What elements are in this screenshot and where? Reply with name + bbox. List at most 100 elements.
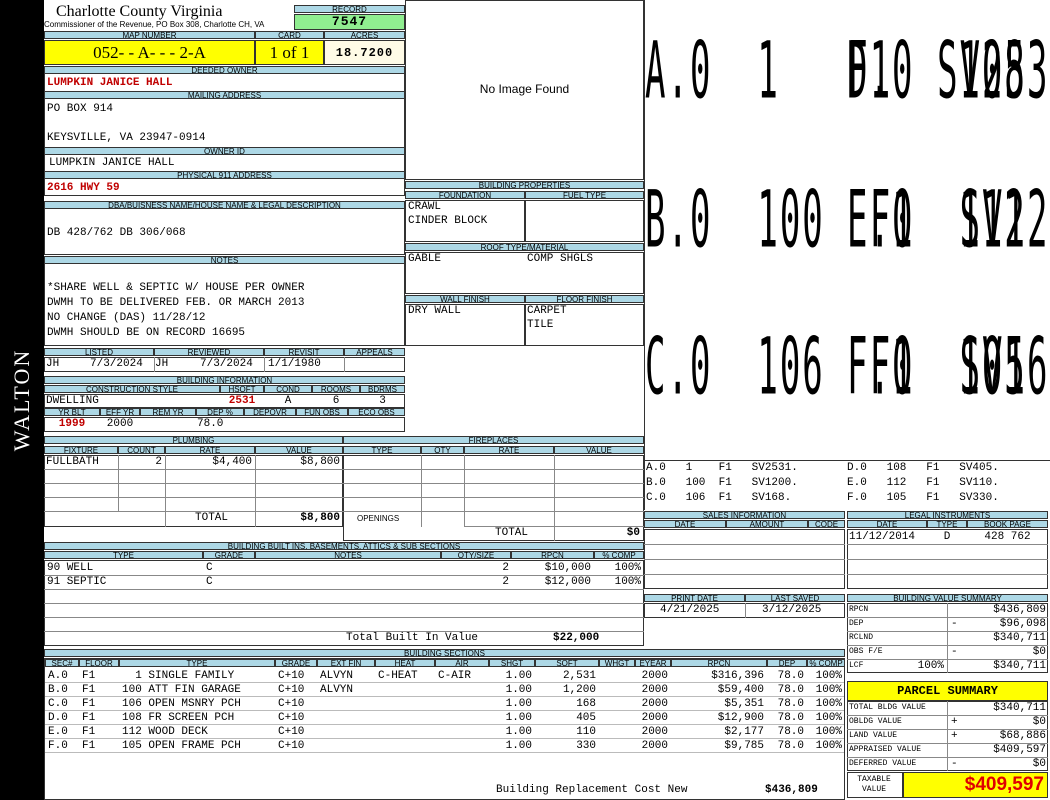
plumbing-fixture-header: FIXTURE: [44, 446, 118, 454]
revisit-date: 1/1/1980: [268, 358, 321, 370]
plumbing-value-header: VALUE: [255, 446, 343, 454]
sections-table: SEC# FLOOR TYPE GRADE EXT FIN HEAT AIR SHGT SQFT…: [44, 658, 845, 800]
section-rpcn: $9,785: [724, 740, 764, 752]
section-col-header: % COMP: [807, 659, 845, 667]
appeals-header: APPEALS: [344, 348, 405, 356]
sketch-legend-line: E.0 112 F1 SV110.: [847, 477, 999, 489]
record-header: RECORD: [294, 5, 405, 13]
yr-blt-value: 1999: [58, 418, 86, 430]
section-comp: 100%: [815, 726, 842, 738]
section-type: 106 OPEN MSNRY PCH: [122, 698, 241, 710]
acres-value: 18.7200: [324, 40, 405, 65]
builtin-comp-header: % COMP: [594, 551, 644, 559]
sections-total-label: Building Replacement Cost New: [496, 784, 688, 796]
sales-code-header: CODE: [808, 520, 845, 528]
fireplace-total-label: TOTAL: [495, 527, 529, 539]
builtin-type: 90 WELL: [47, 562, 94, 574]
section-type: 100 ATT FIN GARAGE: [122, 684, 241, 696]
cond-header: COND: [264, 385, 312, 393]
vs-value: $0: [1032, 646, 1046, 658]
note-line: DWMH TO BE DELIVERED FEB. OR MARCH 2013: [47, 297, 305, 309]
fireplace-total: $0: [626, 527, 640, 539]
eco-obs-header: ECO OBS: [348, 408, 405, 416]
section-ext: ALVYN: [320, 670, 354, 682]
fireplaces-header: FIREPLACES: [343, 436, 644, 444]
section-sec: D.0: [48, 712, 68, 724]
builtin-qty-header: QTY/SIZE: [441, 551, 511, 559]
section-col-header: SQFT: [535, 659, 599, 667]
section-floor: F1: [82, 740, 96, 752]
builtin-qty: 2: [502, 562, 509, 574]
sketch-label: E.0 112 F1 SV110.: [847, 175, 1027, 267]
fireplace-type-header: TYPE: [343, 446, 421, 454]
section-dep: 78.0: [777, 698, 804, 710]
sketch-legend-line: D.0 108 F1 SV405.: [847, 462, 999, 474]
section-sqft: 110: [576, 726, 596, 738]
section-eyear: 2000: [641, 684, 668, 696]
section-rpcn: $5,351: [724, 698, 764, 710]
ps-label: OBLDG VALUE: [849, 717, 902, 726]
section-sec: E.0: [48, 726, 68, 738]
sections-header: BUILDING SECTIONS: [44, 649, 845, 657]
fuel-box: [525, 200, 644, 242]
section-dep: 78.0: [777, 670, 804, 682]
sales-header: SALES INFORMATION: [644, 511, 845, 519]
section-sec: C.0: [48, 698, 68, 710]
foundation-header: FOUNDATION: [405, 191, 525, 199]
sketch-legend-line: C.0 106 F1 SV168.: [646, 492, 792, 504]
sketch-legend-line: F.0 105 F1 SV330.: [847, 492, 999, 504]
section-sec: A.0: [48, 670, 68, 682]
legal-instruments-header: LEGAL INSTRUMENTS: [847, 511, 1048, 519]
bdrms-header: BDRMS: [360, 385, 405, 393]
section-col-header: AIR: [435, 659, 489, 667]
section-grade: C+10: [278, 684, 305, 696]
section-type: 105 OPEN FRAME PCH: [122, 740, 241, 752]
sketch-legend-line: B.0 100 F1 SV1200.: [646, 477, 798, 489]
bdrms-value: 3: [379, 395, 386, 407]
builtin-grade-header: GRADE: [203, 551, 255, 559]
legal-description: DB 428/762 DB 306/068: [47, 227, 186, 239]
section-grade: C+10: [278, 698, 305, 710]
plumbing-rate: $4,400: [212, 456, 252, 468]
section-row: C.0 F1 106 OPEN MSNRY PCH C+10 1.00 168 2000 $5…: [45, 697, 844, 711]
reviewed-date: 7/3/2024: [200, 358, 253, 370]
section-grade: C+10: [278, 712, 305, 724]
header-county-title: Charlotte County Virginia: [56, 3, 223, 20]
dep-header: DEP %: [196, 408, 244, 416]
section-dep: 78.0: [777, 740, 804, 752]
builtin-comp: 100%: [614, 562, 641, 574]
dep-value: 78.0: [197, 418, 224, 430]
plumbing-value: $8,800: [300, 456, 340, 468]
section-sqft: 1,200: [562, 684, 596, 696]
plumbing-fixture: FULLBATH: [46, 456, 99, 468]
card-value: 1 of 1: [255, 40, 324, 65]
ps-label: DEFERRED VALUE: [849, 759, 917, 768]
rem-yr-header: REM YR: [140, 408, 196, 416]
yr-blt-header: YR BLT: [44, 408, 100, 416]
construction-style: DWELLING: [46, 395, 99, 407]
section-floor: F1: [82, 712, 96, 724]
side-label: WALTON: [9, 348, 34, 452]
section-col-header: TYPE: [119, 659, 275, 667]
section-col-header: DEP: [767, 659, 807, 667]
ps-label: TOTAL BLDG VALUE: [849, 703, 926, 712]
section-eyear: 2000: [641, 726, 668, 738]
floor-finish-header: FLOOR FINISH: [525, 295, 644, 303]
fun-obs-header: FUN OBS: [296, 408, 348, 416]
builtin-total: $22,000: [553, 632, 600, 644]
floor-finish: TILE: [527, 319, 554, 331]
builtin-qty: 2: [502, 576, 509, 588]
sketch-legend-line: A.0 1 F1 SV2531.: [646, 462, 798, 474]
builtin-rpcn: $12,000: [544, 576, 591, 588]
rooms-header: ROOMS: [312, 385, 360, 393]
plumbing-count: 2: [155, 456, 162, 468]
section-rpcn: $12,900: [717, 712, 764, 724]
roof-material: COMP SHGLS: [527, 253, 594, 265]
sales-date-header: DATE: [644, 520, 726, 528]
section-sqft: 330: [576, 740, 596, 752]
card-header: CARD: [255, 31, 324, 39]
eff-yr-value: 2000: [106, 418, 134, 430]
fireplace-rate-header: RATE: [464, 446, 554, 454]
ps-label: APPRAISED VALUE: [849, 745, 922, 754]
note-line: *SHARE WELL & SEPTIC W/ HOUSE PER OWNER: [47, 282, 305, 294]
